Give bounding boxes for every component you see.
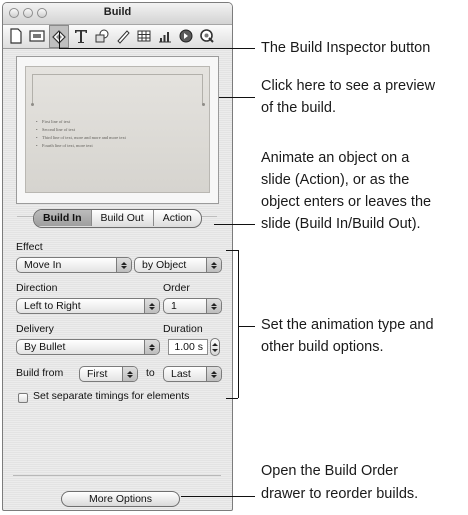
callout-animate-line: Animate an object on a: [261, 150, 410, 166]
slide-bullet: Third line of text, more and more and mo…: [36, 135, 156, 140]
hyperlink-icon: [179, 29, 193, 43]
build-preview[interactable]: First line of text Second line of text T…: [16, 56, 219, 204]
direction-popup[interactable]: Left to Right: [16, 298, 160, 314]
popup-arrows-icon: [206, 299, 221, 313]
bottom-divider: [13, 475, 221, 476]
callout-bracket: [226, 398, 238, 399]
slide-thumbnail[interactable]: First line of text Second line of text T…: [25, 66, 210, 193]
callout-inspector-button: The Build Inspector button: [261, 40, 431, 56]
popup-arrows-icon: [144, 340, 159, 354]
callout-leader: [238, 326, 255, 327]
order-popup[interactable]: 1: [163, 298, 222, 314]
graphic-icon: [95, 29, 109, 43]
slide-marker: [202, 103, 205, 106]
build-mode-tabs: Build In Build Out Action: [33, 209, 202, 228]
effect-popup[interactable]: Move In: [16, 257, 132, 273]
window-title: Build: [103, 6, 132, 18]
build-from-value: First: [87, 368, 108, 380]
duration-stepper[interactable]: [210, 338, 220, 356]
text-inspector-button[interactable]: [71, 26, 91, 46]
hyperlink-inspector-button[interactable]: [176, 26, 196, 46]
build-to-popup[interactable]: Last: [163, 366, 222, 382]
delivery-value: By Bullet: [24, 341, 66, 353]
popup-arrows-icon: [206, 367, 221, 381]
slide-bullets: First line of text Second line of text T…: [36, 119, 156, 151]
effect-scope-value: by Object: [142, 259, 187, 271]
callout-leader: [59, 48, 255, 49]
slide-bullet: Fourth line of text, more text: [36, 143, 156, 148]
popup-arrows-icon: [122, 367, 137, 381]
direction-label: Direction: [16, 282, 58, 294]
build-from-label: Build from: [16, 367, 64, 379]
build-from-popup[interactable]: First: [79, 366, 138, 382]
effect-value: Move In: [24, 259, 62, 271]
callout-bracket: [226, 250, 238, 251]
title-placeholder: [32, 74, 203, 105]
callout-leader: [181, 496, 255, 497]
table-inspector-button[interactable]: [134, 26, 154, 46]
callout-leader: [219, 97, 255, 98]
callout-animation-type-line: Set the animation type and: [261, 317, 434, 333]
quicktime-icon: [200, 29, 214, 43]
metrics-inspector-button[interactable]: [113, 26, 133, 46]
delivery-popup[interactable]: By Bullet: [16, 339, 160, 355]
build-inspector-window: Build • First line of text • Second line…: [2, 2, 233, 511]
callout-build-order-line: Open the Build Order: [261, 463, 399, 479]
callout-preview-line: Click here to see a preview: [261, 78, 436, 94]
duration-label: Duration: [163, 323, 203, 335]
callout-animate-line: slide (Action), or as the: [261, 172, 410, 188]
slide-bullet: Second line of text: [36, 127, 156, 132]
metrics-icon: [117, 30, 130, 44]
more-options-button[interactable]: More Options: [61, 491, 180, 507]
callout-animate-line: object enters or leaves the: [261, 194, 432, 210]
graphic-inspector-button[interactable]: [92, 26, 112, 46]
table-icon: [137, 30, 151, 42]
callout-animate-line: slide (Build In/Build Out).: [261, 216, 421, 232]
separate-timings-label: Set separate timings for elements: [33, 390, 190, 402]
effect-label: Effect: [16, 241, 43, 253]
build-to-value: Last: [171, 368, 191, 380]
chart-icon: [159, 32, 171, 43]
slide-icon: [29, 30, 45, 42]
delivery-label: Delivery: [16, 323, 54, 335]
text-icon: [75, 30, 87, 43]
document-icon: [10, 28, 22, 44]
direction-value: Left to Right: [24, 300, 81, 312]
effect-scope-popup[interactable]: by Object: [134, 257, 222, 273]
duration-field[interactable]: 1.00 s: [168, 339, 208, 355]
chart-inspector-button[interactable]: [155, 26, 175, 46]
build-to-label: to: [146, 367, 155, 379]
popup-arrows-icon: [144, 299, 159, 313]
order-label: Order: [163, 282, 190, 294]
popup-arrows-icon: [116, 258, 131, 272]
callout-bracket: [238, 250, 239, 398]
slide-marker: [31, 103, 34, 106]
callout-build-order-line: drawer to reorder builds.: [261, 486, 419, 502]
document-inspector-button[interactable]: [6, 26, 26, 46]
tab-build-in[interactable]: Build In: [34, 210, 92, 226]
inspector-toolbar: [3, 25, 232, 49]
tab-build-out[interactable]: Build Out: [92, 210, 154, 226]
callout-leader: [214, 224, 255, 225]
quicktime-inspector-button[interactable]: [197, 26, 217, 46]
callout-preview-line: of the build.: [261, 100, 336, 116]
callout-leader: [59, 32, 60, 48]
slide-inspector-button[interactable]: [27, 26, 47, 46]
slide-bullet: First line of text: [36, 119, 156, 124]
callout-animation-type-line: other build options.: [261, 339, 384, 355]
separate-timings-checkbox[interactable]: [18, 393, 28, 403]
order-value: 1: [171, 300, 177, 312]
title-bar[interactable]: Build: [3, 3, 232, 25]
popup-arrows-icon: [206, 258, 221, 272]
tab-action[interactable]: Action: [154, 210, 201, 226]
